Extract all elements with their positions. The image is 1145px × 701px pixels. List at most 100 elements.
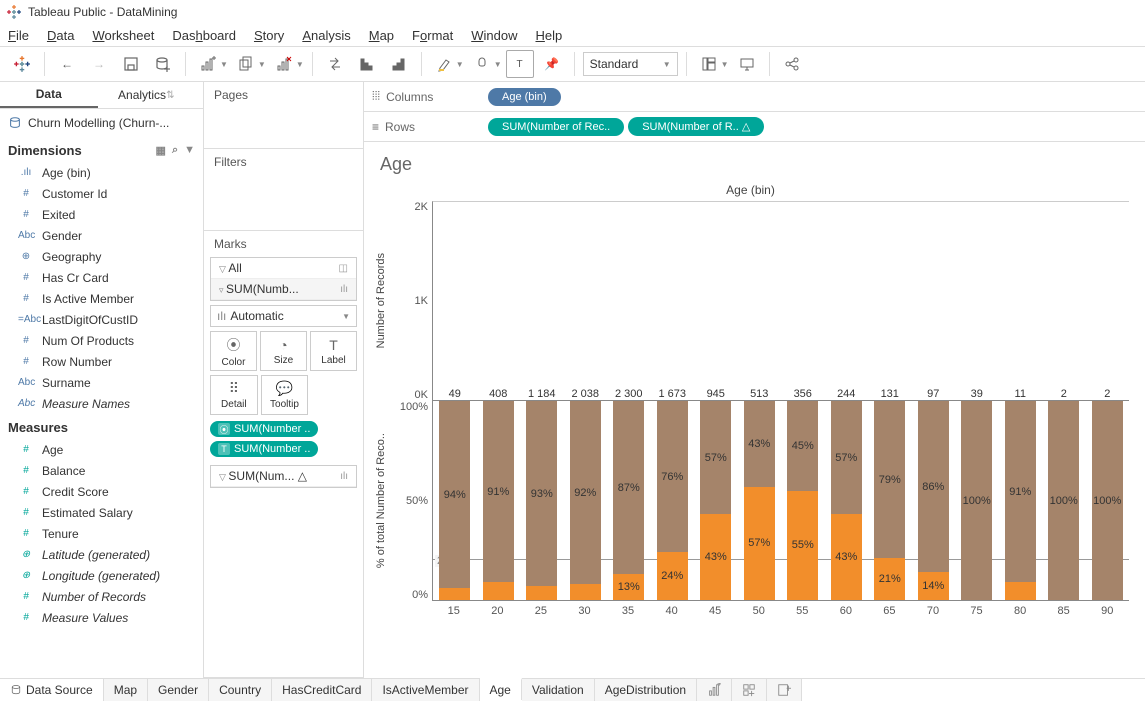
sheet-tab-map[interactable]: Map (104, 679, 148, 701)
sheet-tab-agedistribution[interactable]: AgeDistribution (595, 679, 697, 701)
sheet-tab-country[interactable]: Country (209, 679, 272, 701)
marks-all-row[interactable]: ▽ All◫ (211, 258, 356, 279)
field-balance[interactable]: #Balance (0, 460, 203, 481)
sort-asc-button[interactable] (353, 50, 381, 78)
highlight-button[interactable] (430, 50, 458, 78)
bar-bottom-90[interactable]: 100% (1086, 401, 1130, 600)
show-cards-button[interactable] (695, 50, 723, 78)
undo-button[interactable]: ← (53, 50, 81, 78)
bar-bottom-55[interactable]: 55%45% (781, 401, 825, 600)
bar-bottom-85[interactable]: 100% (1042, 401, 1086, 600)
menu-caret-icon[interactable]: ▼ (184, 144, 195, 157)
sheet-tab-gender[interactable]: Gender (148, 679, 209, 701)
menu-window[interactable]: Window (471, 28, 517, 43)
tooltip-button[interactable]: 💬Tooltip (261, 375, 309, 415)
new-dashboard-tab[interactable] (732, 679, 767, 701)
field-tenure[interactable]: #Tenure (0, 523, 203, 544)
menu-file[interactable]: File (8, 28, 29, 43)
bottom-stacked-chart[interactable]: 20% 94%91%93%92%13%87%24%76%43%57%57%43%… (432, 401, 1129, 601)
bar-bottom-20[interactable]: 91% (477, 401, 521, 600)
marks-pill-label[interactable]: TSUM(Number .. (210, 441, 318, 457)
detail-button[interactable]: ⠿Detail (210, 375, 258, 415)
bar-bottom-25[interactable]: 93% (520, 401, 564, 600)
top-bar-chart[interactable]: 494081 1842 0382 3001 673945513356244131… (432, 201, 1129, 401)
tab-analytics[interactable]: Analytics⇅ (98, 82, 204, 108)
datasource-row[interactable]: Churn Modelling (Churn-... (0, 109, 203, 137)
menu-dashboard[interactable]: Dashboard (172, 28, 236, 43)
redo-button[interactable]: → (85, 50, 113, 78)
menu-analysis[interactable]: Analysis (302, 28, 350, 43)
field-gender[interactable]: AbcGender (0, 225, 203, 246)
pin-button[interactable]: 📌 (538, 50, 566, 78)
marks-pill-color[interactable]: ⦿SUM(Number .. (210, 421, 318, 437)
tab-data[interactable]: Data (0, 82, 98, 108)
menu-data[interactable]: Data (47, 28, 74, 43)
clear-button[interactable] (270, 50, 298, 78)
bar-bottom-30[interactable]: 92% (564, 401, 608, 600)
share-button[interactable] (778, 50, 806, 78)
menu-story[interactable]: Story (254, 28, 284, 43)
duplicate-button[interactable] (232, 50, 260, 78)
size-button[interactable]: ◔Size (260, 331, 307, 371)
field-credit-score[interactable]: #Credit Score (0, 481, 203, 502)
marks-sum1-row[interactable]: ▿ SUM(Numb...ılı (211, 279, 356, 300)
bar-bottom-40[interactable]: 24%76% (651, 401, 695, 600)
swap-button[interactable] (321, 50, 349, 78)
bar-bottom-60[interactable]: 43%57% (825, 401, 869, 600)
new-worksheet-tab[interactable] (697, 679, 732, 701)
bar-bottom-65[interactable]: 21%79% (868, 401, 912, 600)
pages-shelf[interactable]: Pages (204, 82, 363, 108)
view-icon[interactable]: ▦ (156, 144, 166, 157)
field-latitude-generated-[interactable]: ⊕Latitude (generated) (0, 544, 203, 565)
field-exited[interactable]: #Exited (0, 204, 203, 225)
datasource-tab[interactable]: Data Source (0, 679, 104, 701)
field-surname[interactable]: AbcSurname (0, 372, 203, 393)
bar-bottom-15[interactable]: 94% (433, 401, 477, 600)
marks-sum2-row[interactable]: ▽ SUM(Num... △ılı (211, 466, 356, 487)
rows-pill-1[interactable]: SUM(Number of Rec.. (488, 118, 624, 136)
columns-pill-age[interactable]: Age (bin) (488, 88, 561, 106)
viz-title[interactable]: Age (380, 154, 1129, 175)
new-story-tab[interactable] (767, 679, 802, 701)
menu-format[interactable]: Format (412, 28, 453, 43)
menu-help[interactable]: Help (535, 28, 562, 43)
field-measure-names[interactable]: AbcMeasure Names (0, 393, 203, 414)
field-measure-values[interactable]: #Measure Values (0, 607, 203, 628)
bar-bottom-70[interactable]: 14%86% (912, 401, 956, 600)
new-worksheet-button[interactable] (194, 50, 222, 78)
field-number-of-records[interactable]: #Number of Records (0, 586, 203, 607)
field-lastdigitofcustid[interactable]: =AbcLastDigitOfCustID (0, 309, 203, 330)
presentation-button[interactable] (733, 50, 761, 78)
field-estimated-salary[interactable]: #Estimated Salary (0, 502, 203, 523)
field-age[interactable]: #Age (0, 439, 203, 460)
menu-map[interactable]: Map (369, 28, 394, 43)
bar-bottom-35[interactable]: 13%87% (607, 401, 651, 600)
sheet-tab-validation[interactable]: Validation (522, 679, 595, 701)
mark-type-select[interactable]: ılıAutomatic▼ (210, 305, 357, 327)
tableau-icon[interactable] (8, 50, 36, 78)
field-longitude-generated-[interactable]: ⊕Longitude (generated) (0, 565, 203, 586)
field-customer-id[interactable]: #Customer Id (0, 183, 203, 204)
sheet-tab-isactivemember[interactable]: IsActiveMember (372, 679, 479, 701)
field-row-number[interactable]: #Row Number (0, 351, 203, 372)
new-datasource-button[interactable] (149, 50, 177, 78)
filters-shelf[interactable]: Filters (204, 149, 363, 175)
label-button[interactable]: TLabel (310, 331, 357, 371)
show-labels-button[interactable]: T (506, 50, 534, 78)
bar-bottom-75[interactable]: 100% (955, 401, 999, 600)
group-button[interactable] (468, 50, 496, 78)
field-age-bin-[interactable]: .ılıAge (bin) (0, 162, 203, 183)
bar-bottom-45[interactable]: 43%57% (694, 401, 738, 600)
color-button[interactable]: ⦿Color (210, 331, 257, 371)
sheet-tab-hascreditcard[interactable]: HasCreditCard (272, 679, 372, 701)
save-button[interactable] (117, 50, 145, 78)
fit-select[interactable]: Standard▼ (583, 52, 678, 76)
field-has-cr-card[interactable]: #Has Cr Card (0, 267, 203, 288)
field-num-of-products[interactable]: #Num Of Products (0, 330, 203, 351)
bar-bottom-80[interactable]: 91% (999, 401, 1043, 600)
bar-bottom-50[interactable]: 57%43% (738, 401, 782, 600)
field-is-active-member[interactable]: #Is Active Member (0, 288, 203, 309)
rows-pill-2[interactable]: SUM(Number of R.. △ (628, 117, 764, 136)
field-geography[interactable]: ⊕Geography (0, 246, 203, 267)
search-icon[interactable]: ⌕ (172, 144, 178, 157)
